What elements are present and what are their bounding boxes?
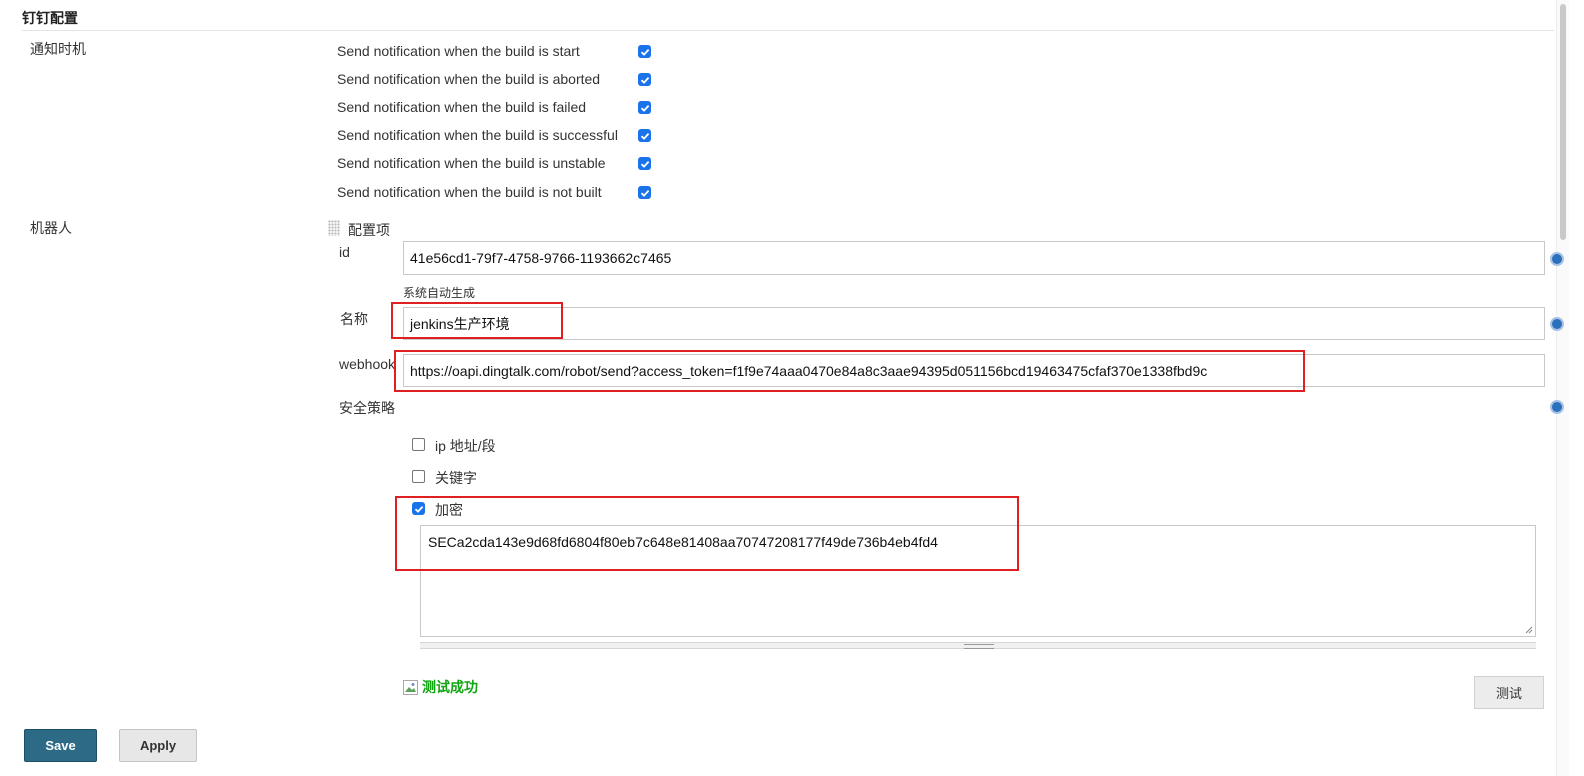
security-label: 安全策略 — [339, 400, 395, 416]
notify-item-successful-label: Send notification when the build is succ… — [337, 127, 618, 143]
check-icon — [640, 104, 649, 112]
check-icon — [640, 76, 649, 84]
test-status-text: 测试成功 — [422, 679, 478, 695]
notify-failed-checkbox[interactable] — [638, 101, 651, 114]
notify-item-start-label: Send notification when the build is star… — [337, 43, 580, 59]
notify-not-built-checkbox[interactable] — [638, 186, 651, 199]
apply-button[interactable]: Apply — [119, 729, 197, 762]
check-icon — [640, 48, 649, 56]
check-icon — [640, 132, 649, 140]
robot-group-label: 配置项 — [348, 222, 390, 238]
id-label: id — [339, 244, 350, 260]
notify-aborted-checkbox[interactable] — [638, 73, 651, 86]
notify-item-not-built-label: Send notification when the build is not … — [337, 184, 602, 200]
robot-label: 机器人 — [30, 220, 72, 236]
resize-handle-icon — [964, 644, 994, 649]
security-ip-checkbox[interactable] — [412, 438, 425, 451]
name-input[interactable]: jenkins生产环境 — [403, 307, 1545, 340]
resize-grip-icon[interactable] — [1523, 624, 1533, 634]
id-input[interactable]: 41e56cd1-79f7-4758-9766-1193662c7465 — [403, 241, 1545, 275]
notify-start-checkbox[interactable] — [638, 45, 651, 58]
notify-unstable-checkbox[interactable] — [638, 157, 651, 170]
drag-handle-icon[interactable] — [328, 220, 340, 236]
security-ip-label: ip 地址/段 — [435, 438, 496, 454]
check-icon — [640, 189, 649, 197]
notify-label: 通知时机 — [30, 41, 86, 57]
scrollbar-thumb[interactable] — [1560, 4, 1566, 240]
security-keyword-checkbox[interactable] — [412, 470, 425, 483]
notify-item-failed-label: Send notification when the build is fail… — [337, 99, 587, 115]
test-status: 测试成功 — [403, 677, 478, 697]
test-button[interactable]: 测试 — [1474, 676, 1544, 709]
help-icon[interactable] — [1550, 252, 1564, 266]
webhook-label: webhook — [339, 356, 396, 372]
section-divider — [22, 30, 1554, 31]
webhook-highlight-box — [394, 350, 1305, 392]
id-hint: 系统自动生成 — [403, 286, 476, 300]
secret-highlight-box — [395, 496, 1019, 571]
notify-item-unstable-label: Send notification when the build is unst… — [337, 155, 606, 171]
security-keyword-label: 关键字 — [435, 470, 477, 486]
notify-successful-checkbox[interactable] — [638, 129, 651, 142]
help-icon[interactable] — [1550, 317, 1564, 331]
save-button[interactable]: Save — [24, 729, 97, 762]
name-highlight-box — [391, 302, 563, 339]
section-title: 钉钉配置 — [22, 10, 78, 26]
help-icon[interactable] — [1550, 400, 1564, 414]
check-icon — [640, 160, 649, 168]
broken-image-icon — [403, 679, 418, 695]
name-label: 名称 — [340, 311, 368, 327]
notify-item-aborted-label: Send notification when the build is abor… — [337, 71, 601, 87]
